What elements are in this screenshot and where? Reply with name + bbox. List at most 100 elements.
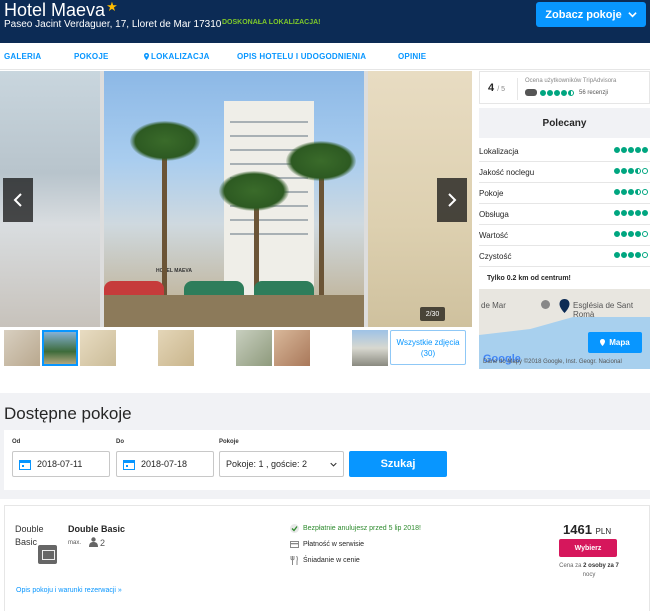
rating-bubbles: [614, 231, 648, 237]
rating-bubble-icon: [547, 89, 553, 96]
tripadvisor-label: Ocena użytkowników TripAdvisora: [525, 78, 617, 84]
calendar-icon: [19, 459, 31, 470]
center-distance: Tylko 0.2 km od centrum!: [487, 275, 571, 282]
rooms-guests-select[interactable]: Pokoje: 1 , goście: 2: [219, 451, 344, 477]
hotel-marker-icon: [559, 299, 570, 313]
price-note: Cena za 2 osoby za 7 nocy: [559, 563, 619, 578]
rating-bubbles: [540, 89, 574, 96]
rating-bubble-icon: [628, 231, 634, 237]
criteria-row: Lokalizacja: [479, 141, 650, 162]
thumbnail[interactable]: [236, 330, 272, 366]
rating-bubbles: [614, 147, 648, 153]
rating-bubble-icon: [635, 231, 641, 237]
map-button-label: Mapa: [609, 338, 630, 347]
section-nav: GALERIA POKOJE LOKALIZACJA OPIS HOTELU I…: [0, 43, 650, 70]
church-icon: [541, 300, 550, 309]
room-feature-text: Śniadanie w cenie: [303, 557, 360, 564]
room-feature: Bezpłatnie anulujesz przed 5 lip 2018!: [290, 524, 421, 533]
rating-bubble-icon: [628, 189, 634, 195]
gallery-counter: 2/30: [420, 307, 445, 321]
rating-bubble-icon: [621, 252, 627, 258]
palm-fronds: [130, 121, 200, 161]
checkin-value: 2018-07-11: [37, 459, 83, 469]
thumbnail-selected[interactable]: [42, 330, 78, 366]
rating-bubble-icon: [614, 252, 620, 258]
palm-fronds: [286, 141, 356, 181]
checkout-field[interactable]: 2018-07-18: [116, 451, 214, 477]
room-name[interactable]: Double Basic: [68, 524, 125, 534]
person-icon: [89, 537, 98, 547]
gallery-photo-main[interactable]: HOTEL MAEVA: [104, 71, 364, 327]
gallery-prev-button[interactable]: [3, 178, 33, 222]
criteria-row: Wartość: [479, 225, 650, 246]
criteria-label: Lokalizacja: [479, 147, 519, 156]
nav-location-label: LOKALIZACJA: [151, 52, 210, 61]
availability-section: Dostępne pokoje Od 2018-07-11 Do 2018-07…: [0, 393, 650, 499]
thumbnail[interactable]: [80, 330, 116, 366]
map-button[interactable]: Mapa: [588, 332, 642, 353]
all-photos-button[interactable]: Wszystkie zdjęcia (30): [390, 330, 466, 365]
divider: [517, 78, 518, 100]
search-button[interactable]: Szukaj: [349, 451, 447, 477]
criteria-label: Wartość: [479, 231, 509, 240]
umbrella: [104, 281, 164, 295]
nav-description[interactable]: OPIS HOTELU I UDOGODNIENIA: [237, 52, 366, 61]
rooms-label: Pokoje: [219, 439, 239, 445]
map-label: Església de Sant Romà: [573, 301, 634, 319]
rating-bubble-icon: [642, 252, 648, 258]
location-map[interactable]: de Mar Església de Sant Romà Mapa Google…: [479, 289, 650, 369]
fork-knife-icon: [290, 556, 298, 565]
hotel-name: Hotel Maeva★: [4, 0, 118, 20]
rating-bubble-icon: [621, 168, 627, 174]
room-feature-text: Bezpłatnie anulujesz przed 5 lip 2018!: [303, 525, 421, 532]
nav-reviews[interactable]: OPINIE: [398, 52, 426, 61]
checkout-value: 2018-07-18: [141, 459, 188, 469]
rating-bubble-icon: [635, 168, 641, 174]
thumbnail[interactable]: [274, 330, 310, 366]
gallery-next-button[interactable]: [437, 178, 467, 222]
rating-bubble-icon: [621, 147, 627, 153]
tripadvisor-rating[interactable]: 56 recenzji: [525, 89, 608, 96]
map-pin-icon: [600, 339, 606, 346]
rating-bubble-icon: [614, 189, 620, 195]
availability-title: Dostępne pokoje: [4, 404, 132, 423]
criteria-label: Obsługa: [479, 210, 509, 219]
rating-bubble-icon: [614, 168, 620, 174]
broken-image-icon: [38, 545, 57, 564]
thumbnail[interactable]: [4, 330, 40, 366]
search-form: Od 2018-07-11 Do 2018-07-18 Pokoje Pokoj…: [4, 430, 650, 490]
rating-bubble-icon: [554, 89, 560, 96]
thumbnail[interactable]: [352, 330, 388, 366]
room-feature: Śniadanie w cenie: [290, 556, 360, 565]
chevron-down-icon: [628, 12, 637, 18]
overall-score: 4 / 5: [488, 82, 505, 94]
criteria-row: Jakość noclegu: [479, 162, 650, 183]
rating-bubbles: [614, 210, 648, 216]
thumbnail[interactable]: [158, 330, 194, 366]
room-price: 1461 PLN: [563, 522, 612, 537]
rating-bubble-icon: [635, 147, 641, 153]
recommended-label: Polecany: [479, 108, 650, 138]
max-guests: 2: [100, 538, 106, 548]
nav-location[interactable]: LOKALIZACJA: [144, 52, 210, 61]
palm-fronds: [219, 171, 289, 211]
rating-bubble-icon: [614, 231, 620, 237]
select-room-button[interactable]: Wybierz: [559, 539, 617, 557]
checkin-field[interactable]: 2018-07-11: [12, 451, 110, 477]
see-rooms-button[interactable]: Zobacz pokoje: [536, 2, 646, 27]
location-badge: DOSKONAŁA LOKALIZACJA!: [222, 19, 321, 26]
nav-rooms[interactable]: POKOJE: [74, 52, 109, 61]
map-pin-icon: [144, 53, 149, 60]
from-label: Od: [12, 439, 21, 445]
terrace-ground: [104, 295, 364, 327]
map-label: de Mar: [481, 301, 506, 310]
nav-gallery[interactable]: GALERIA: [4, 52, 41, 61]
rooms-guests-value: Pokoje: 1 , goście: 2: [226, 459, 308, 469]
star-icon: ★: [106, 0, 118, 14]
score-box: 4 / 5 Ocena użytkowników TripAdvisora 56…: [479, 71, 650, 104]
criteria-row: Obsługa: [479, 204, 650, 225]
rating-bubbles: [614, 189, 648, 195]
rating-bubble-icon: [642, 189, 648, 195]
rating-bubble-icon: [642, 147, 648, 153]
room-details-link[interactable]: Opis pokoju i warunki rezerwacji »: [16, 587, 122, 594]
